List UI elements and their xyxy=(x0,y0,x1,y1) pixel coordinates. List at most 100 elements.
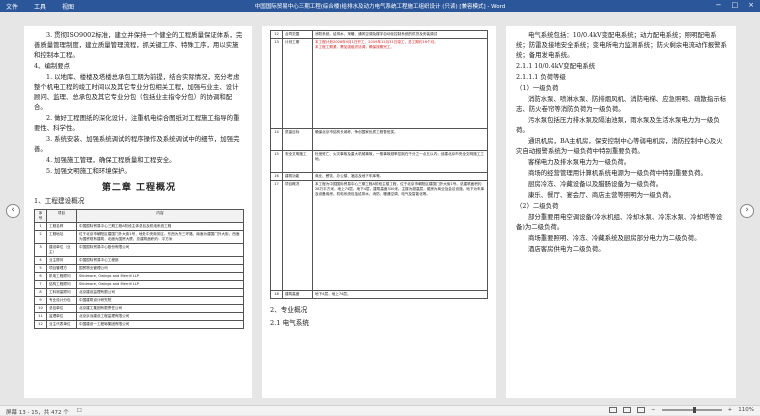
table-cell: 机电工程顾问 xyxy=(46,272,77,281)
paragraph: 厨房冷冻、冷藏设备以及腊肠设备为一级负荷。 xyxy=(528,180,663,188)
table-cell: Skidmore, Owings and Merrill LLP xyxy=(76,272,244,281)
paragraph: 商场的经营管理用计算机系统电源为一级负荷中特别重要负荷。 xyxy=(528,169,707,177)
table-cell: 11 xyxy=(34,312,47,321)
table-cell: 北京京远建设工程监理有限公司 xyxy=(76,312,244,321)
project-overview-table: 序号 项目 内容 1 工程名称 中国国际贸易中心三期工程A阶段主体总包及机电系统工程… xyxy=(34,209,244,329)
document-title: 中国国际贸易中心三期工程(综合楼)给排水及动力电气系统工程施工组织设计 (只读)… xyxy=(254,4,506,10)
table-cell: 13 xyxy=(270,38,283,129)
table-header-row: 序号 项目 内容 xyxy=(34,209,244,223)
title-bar: 文件 工具 视图 中国国际贸易中心三期工程(综合楼)给排水及动力电气系统工程施工… xyxy=(0,0,760,12)
table-row: 6 机电工程顾问 Skidmore, Owings and Merrill LLP xyxy=(34,272,244,281)
paragraph: 商场重要照明、冷冻、冷藏系统及厨房部分电力为二级负荷。 xyxy=(528,234,701,242)
table-header: 序号 xyxy=(34,209,47,223)
table-cell: 1 xyxy=(34,222,47,231)
web-layout-icon[interactable] xyxy=(637,407,646,413)
table-cell: 计划工期 xyxy=(282,38,313,129)
table-cell: 地下4层，地上74层。 xyxy=(312,290,488,299)
table-cell: 位于北京市朝阳区建国门外大街1号，地处中央商务区。东西为东三环路，南面为建国门外… xyxy=(76,230,244,244)
table-row: 14 质量目标 确保北京市结构长城杯，争创国家优质工程鲁班奖。 xyxy=(270,128,488,151)
table-cell: 6 xyxy=(34,272,47,281)
table-cell: 项目概况 xyxy=(282,180,313,291)
paragraph: 消防水泵、喷淋水泵、防排烟风机、消防电梯、应急照明、疏散指示标志、防火卷帘等消防… xyxy=(516,95,727,113)
table-cell: 本工程计划2008年9月1日开工，2009年12月31日竣工，总工期约16个月。… xyxy=(312,38,488,129)
table-cell: 中国国际贸易中心工程部 xyxy=(76,256,244,265)
table-row: 10 总包单位 北京建工集团有限责任公司 xyxy=(34,304,244,313)
zoom-slider[interactable] xyxy=(661,407,722,413)
zoom-slider-thumb[interactable] xyxy=(693,407,696,413)
document-page-2: 12 合同范围 消防系统、给排水、采暖、通风空调及楼宇自动化控制系统的供货及安装调试… xyxy=(262,26,496,398)
window-controls: − □ × xyxy=(716,1,754,9)
zoom-in-button[interactable]: + xyxy=(728,407,733,413)
zoom-out-button[interactable]: − xyxy=(651,407,656,413)
table-cell: 15 xyxy=(270,150,283,173)
table-header: 项目 xyxy=(46,209,77,223)
table-cell: 北京建工集团有限责任公司 xyxy=(76,304,244,313)
close-button[interactable]: × xyxy=(748,1,754,9)
table-cell: 2 xyxy=(34,230,47,244)
table-cell: 结构工程顾问 xyxy=(46,280,77,289)
previous-page-arrow-icon[interactable]: ‹ xyxy=(6,204,20,218)
table-row: 7 结构工程顾问 Skidmore, Owings and Merrill LLP xyxy=(34,280,244,289)
table-cell: 杜绝死亡、火灾事故及重大机械事故，一般事故频率控制在千分之一点五以内；创建北京市… xyxy=(312,150,488,173)
subsection-heading: （2）二级负荷 xyxy=(516,202,559,210)
table-cell: 监理单位 xyxy=(46,312,77,321)
read-mode-icon[interactable] xyxy=(609,407,618,413)
print-layout-icon[interactable] xyxy=(623,407,632,413)
document-page-3: 电气系统包括：10/0.4kV变配电系统；动力配电系统；照明配电系统；防雷及接地… xyxy=(506,26,736,398)
table-cell: 12 xyxy=(34,320,47,329)
table-cell: 中国国际贸易中心三期工程A阶段主体总包及机电系统工程 xyxy=(76,222,244,231)
table-row: 15 安全文明施工 杜绝死亡、火灾事故及重大机械事故，一般事故频率控制在千分之一点五… xyxy=(270,150,488,173)
table-cell: 17 xyxy=(270,180,283,291)
table-cell: 工程地址 xyxy=(46,230,77,244)
table-cell: 国贸物业管理公司 xyxy=(76,264,244,273)
chapter-heading: 第二章 工程概况 xyxy=(101,183,177,193)
table-cell: 专业设计分包 xyxy=(46,296,77,305)
zoom-level[interactable]: 110% xyxy=(738,407,754,413)
minimize-button[interactable]: − xyxy=(716,1,722,9)
subsection-heading: （1）一级负荷 xyxy=(516,84,559,92)
section-heading: 2、专业概况 xyxy=(270,306,308,314)
table-cell: 总包单位 xyxy=(46,304,77,313)
table-cell: 4 xyxy=(34,256,47,265)
table-cell: 消防系统、给排水、采暖、通风空调及楼宇自动化控制系统的供货及安装调试 xyxy=(312,30,488,39)
table-row: 11 监理单位 北京京远建设工程监理有限公司 xyxy=(34,312,244,321)
table-row: 1 工程名称 中国国际贸易中心三期工程A阶段主体总包及机电系统工程 xyxy=(34,222,244,231)
table-cell: 业主顾问 xyxy=(46,256,77,265)
document-page-1: 3. 贯彻ISO9002标准，建立并保持一个健全的工程质量保证体系，完善质量管理… xyxy=(24,26,252,398)
reading-workspace: ‹ › 3. 贯彻ISO9002标准，建立并保持一个健全的工程质量保证体系，完善… xyxy=(0,12,760,405)
paragraph: 客梯电力及排水泵电力为一级负荷。 xyxy=(528,158,631,166)
subsection-heading: 2.1.1 10/0.4kV变配电系统 xyxy=(516,62,596,70)
table-row: 16 建筑功能 商业、餐饮、办公楼、酒店及地下车库等。 xyxy=(270,172,488,181)
list-item: 2. 做好工程图纸的深化设计，注重机电综合图纸对工程施工指导的重要性、科学性。 xyxy=(34,114,240,132)
table-cell: 合同范围 xyxy=(282,30,313,39)
table-cell: 9 xyxy=(34,296,47,305)
table-cell: 项目管理方 xyxy=(46,264,77,273)
heading-prep: 4、编制要点 xyxy=(34,62,71,70)
subsection-heading: 2.1 电气系统 xyxy=(270,319,309,327)
list-item: 4. 加强施工管理，确保工程质量和工程安全。 xyxy=(46,156,176,164)
table-cell: 确保北京市结构长城杯，争创国家优质工程鲁班奖。 xyxy=(312,128,488,151)
table-row: 9 专业设计分包 中国建筑设计研究院 xyxy=(34,296,244,305)
table-row: 12 业主代表单位 中国建设一工程局集团有限公司 xyxy=(34,320,244,329)
list-item: 5. 加强文明施工和环境保护。 xyxy=(46,167,131,175)
project-details-table: 12 合同范围 消防系统、给排水、采暖、通风空调及楼宇自动化控制系统的供货及安装调试… xyxy=(270,30,488,299)
table-cell: 中国建筑设计研究院 xyxy=(76,296,244,305)
table-row: 12 合同范围 消防系统、给排水、采暖、通风空调及楼宇自动化控制系统的供货及安装调试 xyxy=(270,30,488,39)
next-page-arrow-icon[interactable]: › xyxy=(740,204,754,218)
table-cell: 建设单位（业主） xyxy=(46,243,77,257)
table-cell: 北京建设监理有限公司 xyxy=(76,288,244,297)
section-heading: 1、工程建设概况 xyxy=(34,197,85,205)
paragraph-intro: 3. 贯彻ISO9002标准，建立并保持一个健全的工程质量保证体系，完善质量管理… xyxy=(34,31,243,59)
table-row: 2 工程地址 位于北京市朝阳区建国门外大街1号，地处中央商务区。东西为东三环路，南面… xyxy=(34,230,244,244)
table-cell: 16 xyxy=(270,172,283,181)
subsection-heading: 2.1.1.1 负荷等级 xyxy=(516,73,566,81)
table-cell: 18 xyxy=(270,290,283,299)
status-bar: 屏幕 13 - 15，共 472 个 ☐ − + 110% xyxy=(0,405,760,416)
maximize-button[interactable]: □ xyxy=(732,1,739,9)
table-cell: 10 xyxy=(34,304,47,313)
paragraph: 污水泵包括压力排水泵及隔油池泵，雨水泵及生活水泵电力为一级负荷。 xyxy=(516,116,720,134)
list-item: 3. 系统安装、加强系统调试的程序操作及系统调试中的细节，加强完善。 xyxy=(34,135,240,153)
table-cell: 建筑高度 xyxy=(282,290,313,299)
table-header: 内容 xyxy=(76,209,244,223)
table-cell: 中国国际贸易中心股份有限公司 xyxy=(76,243,244,257)
